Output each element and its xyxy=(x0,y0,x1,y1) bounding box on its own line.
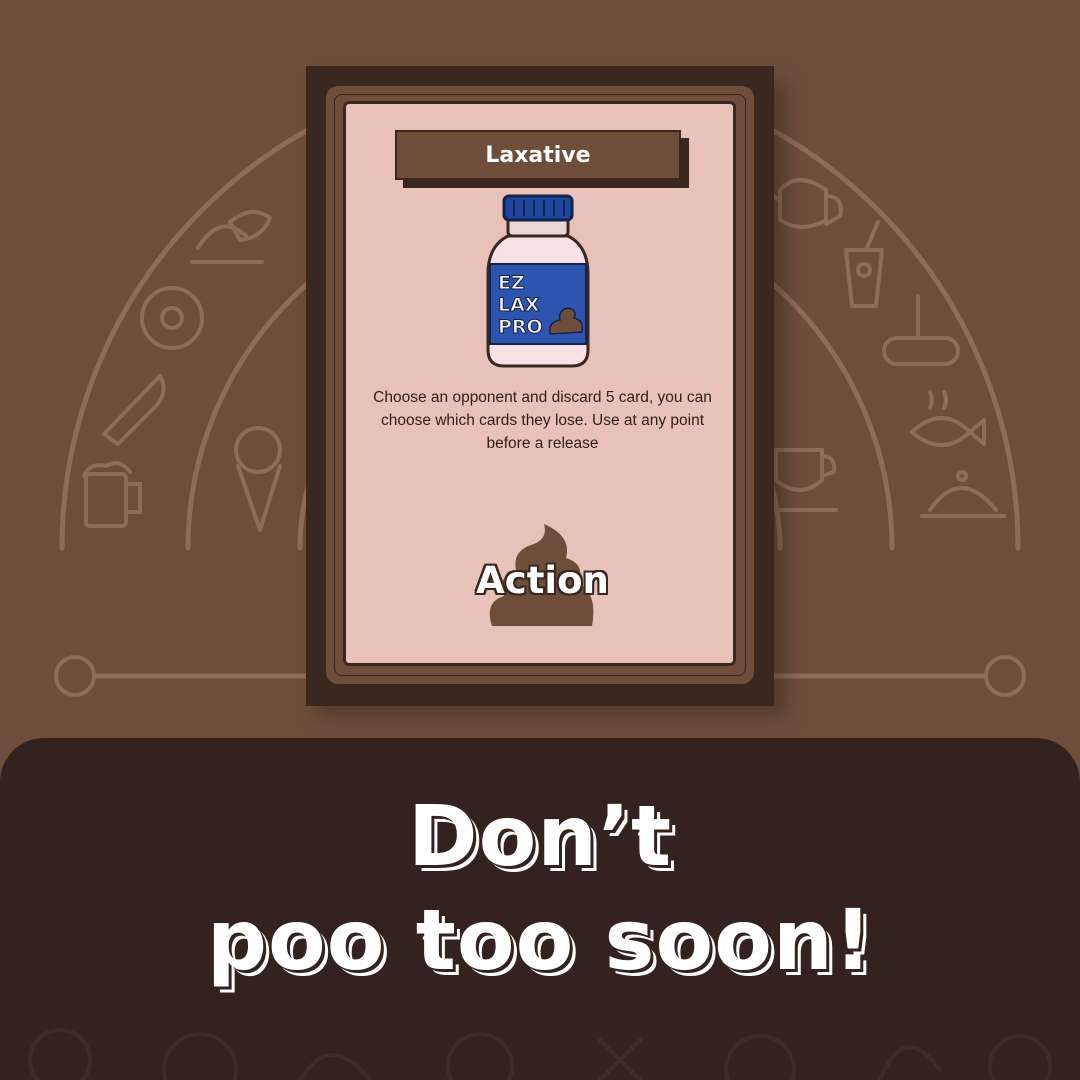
card-title: Laxative xyxy=(485,142,591,168)
headline: Don’t poo too soon! xyxy=(0,784,1080,992)
bottle-label-line-1: EZ xyxy=(498,272,525,294)
serving-dish-icon xyxy=(920,470,1006,518)
bottle-label-line-3: PRO xyxy=(498,316,543,338)
soda-cup-icon xyxy=(844,220,884,308)
donut-icon xyxy=(140,286,204,350)
card-frame: Laxative EZ LAX PRO Choose an opponent a… xyxy=(326,86,754,684)
headline-line-2: poo too soon! xyxy=(206,891,874,989)
card-type-label: Action xyxy=(476,559,609,602)
fish-icon xyxy=(910,390,986,447)
card-face: Laxative EZ LAX PRO Choose an opponent a… xyxy=(343,101,736,666)
headline-line-1: Don’t xyxy=(407,787,673,885)
knife-icon xyxy=(102,374,166,446)
card-title-banner: Laxative xyxy=(395,130,681,180)
sausage-fork-icon xyxy=(882,294,960,366)
card-description: Choose an opponent and discard 5 card, y… xyxy=(373,389,712,452)
cloche-icon xyxy=(190,224,264,264)
beer-mug-icon xyxy=(82,461,142,528)
game-card[interactable]: Laxative EZ LAX PRO Choose an opponent a… xyxy=(306,66,774,706)
bottle-label-line-2: LAX xyxy=(498,294,540,316)
laxative-bottle-icon: EZ LAX PRO xyxy=(486,194,590,368)
ice-cream-icon xyxy=(234,426,282,532)
bottom-food-pattern xyxy=(28,1028,1052,1080)
chicken-icon xyxy=(228,210,272,242)
headline-panel: Don’t poo too soon! xyxy=(0,738,1080,1080)
